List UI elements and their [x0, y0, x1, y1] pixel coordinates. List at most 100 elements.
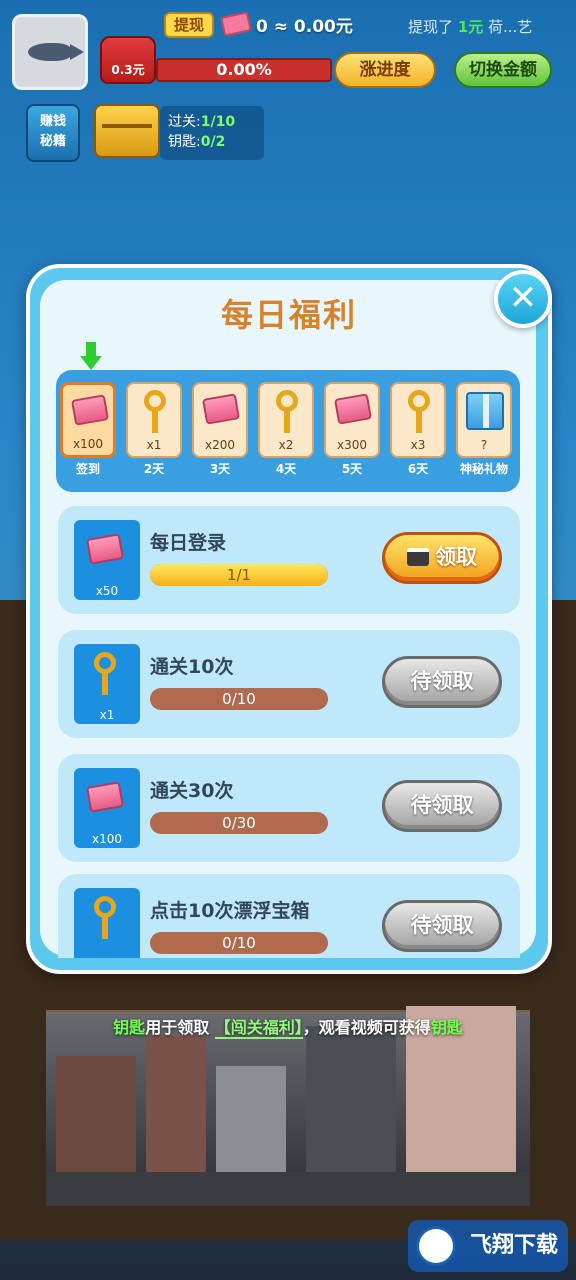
button-label: 领取: [435, 545, 477, 569]
checkin-day[interactable]: x200 3天: [192, 382, 248, 477]
reward-quantity: x100: [72, 437, 103, 451]
button-label: 待领取: [410, 913, 474, 937]
day-label: 2天: [143, 462, 165, 476]
task-row: x100 通关30次 0/30 待领取: [58, 754, 520, 862]
task-row: x50 每日登录 1/1 领取: [58, 506, 520, 614]
reward-card: x100: [60, 382, 116, 458]
arrow-down-icon: [80, 342, 102, 372]
treasure-chest-icon[interactable]: [94, 104, 160, 158]
checkin-day[interactable]: ? 神秘礼物: [456, 382, 512, 477]
withdraw-notice: 提现了 1元 荷...艺: [408, 16, 532, 37]
reward-quantity: x300: [336, 438, 367, 452]
checkin-day[interactable]: x3 6天: [390, 382, 446, 477]
cash-icon: [86, 533, 124, 565]
watermark-text: 飞翔下载: [469, 1233, 558, 1258]
cash-icon: [202, 393, 240, 425]
reward-quantity: x1: [146, 438, 162, 452]
task-progress-bar: 0/10: [150, 932, 328, 954]
key-icon: [94, 652, 116, 695]
key-icon: [94, 896, 116, 939]
reward-quantity: x200: [204, 438, 235, 452]
building: [146, 1036, 206, 1176]
task-progress-text: 1/1: [226, 566, 252, 584]
claim-button[interactable]: 领取: [382, 532, 502, 584]
day-label: 5天: [341, 462, 363, 476]
pending-claim-button[interactable]: 待领取: [382, 656, 502, 708]
task-progress-bar: 0/10: [150, 688, 328, 710]
task-reward-icon: x50: [74, 520, 140, 600]
level-bonus-link[interactable]: 【闯关福利】: [214, 1018, 303, 1039]
modal-title: 每日福利: [220, 296, 357, 334]
key-icon: [276, 390, 298, 433]
pending-claim-button[interactable]: 待领取: [382, 780, 502, 832]
notice-suffix: 荷...艺: [488, 18, 533, 36]
task-progress-bar: 1/1: [150, 564, 328, 586]
task-row: x1 通关10次 0/10 待领取: [58, 630, 520, 738]
fish-icon: [28, 43, 84, 61]
notice-prefix: 提现了: [408, 18, 454, 36]
hint-text-after: ，观看视频可获得: [302, 1018, 431, 1037]
switch-amount-button[interactable]: 切换金额: [454, 52, 552, 88]
cash-icon: [86, 781, 124, 813]
video-icon: [407, 548, 429, 566]
close-button[interactable]: ✕: [494, 270, 552, 328]
task-reward-quantity: x50: [95, 584, 119, 598]
day-label: 签到: [75, 462, 100, 476]
checkin-day[interactable]: x300 5天: [324, 382, 380, 477]
guide-line2: 秘籍: [39, 134, 66, 149]
reward-card: ?: [456, 382, 512, 458]
task-progress-bar: 0/30: [150, 812, 328, 834]
cash-icon: [71, 394, 109, 426]
withdraw-progress-bar: 0.00%: [156, 58, 332, 82]
task-progress-text: 0/30: [222, 814, 256, 832]
checkin-day[interactable]: x100 签到: [60, 382, 116, 477]
level-label: 过关:: [168, 114, 201, 130]
task-row: 点击10次漂浮宝箱 0/10 待领取: [58, 874, 520, 958]
task-reward-icon: [74, 888, 140, 958]
gift-icon: [466, 392, 504, 430]
watermark-logo: 飞翔下载: [408, 1220, 568, 1272]
envelope-label: 0.3元: [111, 63, 145, 77]
money-guide-button[interactable]: 赚钱 秘籍: [26, 104, 80, 162]
building: [216, 1066, 286, 1176]
task-name: 每日登录: [150, 532, 227, 554]
boost-progress-button[interactable]: 涨进度: [334, 52, 436, 88]
guide-line1: 赚钱: [39, 114, 66, 129]
day-label: 6天: [407, 462, 429, 476]
notice-amount: 1元: [457, 18, 484, 36]
reward-card: x3: [390, 382, 446, 458]
cash-icon: [220, 11, 252, 37]
reward-card: x2: [258, 382, 314, 458]
task-name: 点击10次漂浮宝箱: [150, 900, 310, 922]
reward-card: x300: [324, 382, 380, 458]
day-label: 神秘礼物: [459, 462, 508, 476]
red-envelope-icon[interactable]: 0.3元: [100, 36, 156, 84]
level-value: 1/10: [200, 114, 236, 130]
key-word: 钥匙: [113, 1018, 146, 1037]
checkin-day[interactable]: x2 4天: [258, 382, 314, 477]
day-label: 3天: [209, 462, 231, 476]
key-icon: [408, 390, 430, 433]
task-progress-text: 0/10: [222, 690, 256, 708]
withdraw-tag[interactable]: 提现: [164, 12, 215, 38]
reward-quantity: x2: [278, 438, 294, 452]
key-icon: [144, 390, 166, 433]
task-reward-icon: x100: [74, 768, 140, 848]
key-label: 钥匙:: [168, 134, 201, 150]
task-name: 通关10次: [150, 656, 234, 678]
task-progress-text: 0/10: [222, 934, 256, 952]
checkin-day[interactable]: x1 2天: [126, 382, 182, 477]
pending-claim-button[interactable]: 待领取: [382, 900, 502, 952]
level-progress-panel: 过关:1/10 钥匙:0/2: [160, 106, 264, 160]
reward-quantity: ?: [480, 438, 488, 452]
day-label: 4天: [275, 462, 297, 476]
road: [46, 1172, 530, 1206]
key-usage-hint: 钥匙用于领取 【闯关福利】，观看视频可获得钥匙: [0, 1014, 576, 1039]
daily-checkin-strip: x100 签到 x1 2天 x200 3天 x2 4天 x300 5天 x3 6天? 神秘礼物: [56, 370, 520, 492]
task-list-viewport[interactable]: 点击10次漂浮宝箱 0/10 待领取: [58, 874, 520, 958]
reward-card: x200: [192, 382, 248, 458]
logo-icon: [416, 1226, 456, 1266]
cash-icon: [334, 393, 372, 425]
player-avatar[interactable]: [12, 14, 88, 90]
task-reward-quantity: x100: [91, 832, 122, 846]
